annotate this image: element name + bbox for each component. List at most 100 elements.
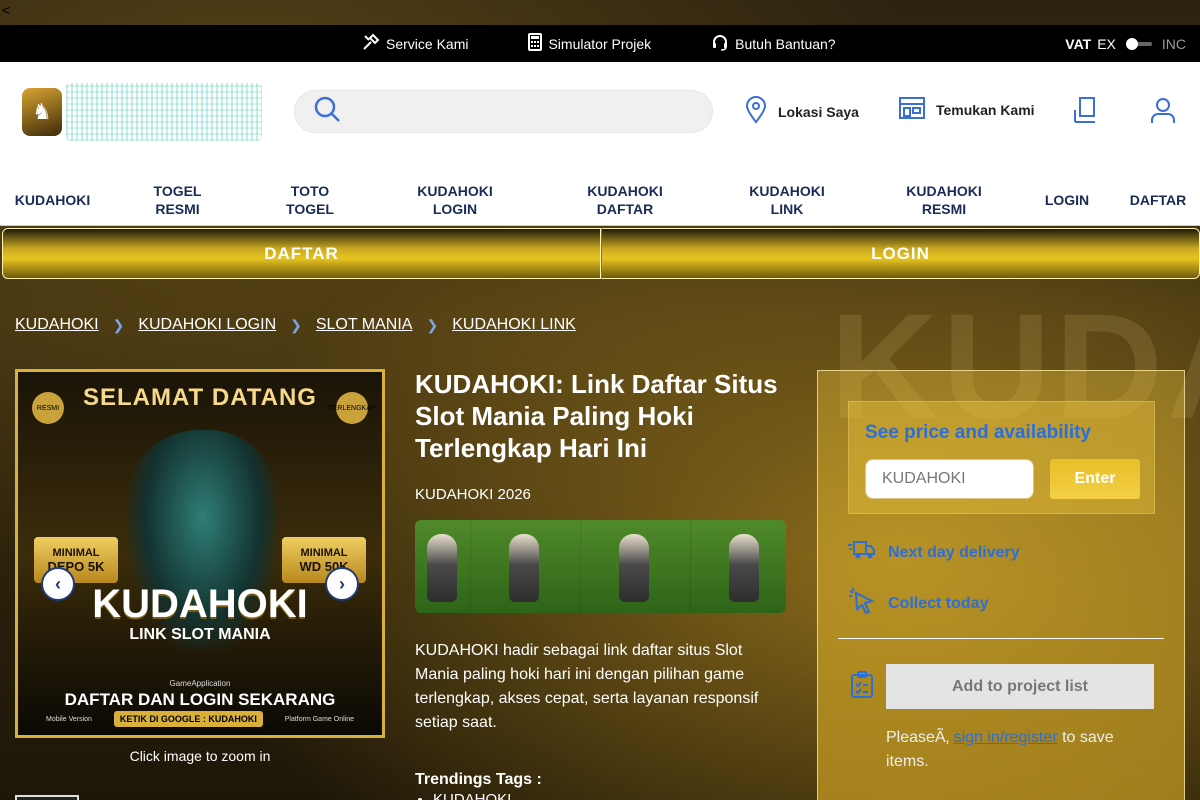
chevron-right-icon: ❯ xyxy=(112,316,125,333)
product-info: KUDAHOKI: Link Daftar Situs Slot Mania P… xyxy=(415,368,787,800)
min-deposit-small: MINIMAL xyxy=(52,546,100,559)
main-nav: KUDAHOKI TOGEL RESMI TOTO TOGEL KUDAHOKI… xyxy=(0,174,1200,226)
logo-wordmark xyxy=(66,83,262,141)
zoom-hint: Click image to zoom in xyxy=(129,748,271,764)
banner-footer-right: Platform Game Online xyxy=(284,715,354,723)
chevron-right-icon: ❯ xyxy=(426,316,439,333)
postcode-input[interactable] xyxy=(865,459,1034,499)
nav-kudahoki-login[interactable]: KUDAHOKI LOGIN xyxy=(410,174,500,226)
simulator-label: Simulator Projek xyxy=(548,35,652,52)
enter-button[interactable]: Enter xyxy=(1050,459,1140,499)
gallery-thumbnail[interactable] xyxy=(15,795,79,800)
strip-image xyxy=(471,520,581,613)
next-day-delivery: Next day delivery xyxy=(848,539,1020,566)
find-us-link[interactable]: Temukan Kami xyxy=(898,96,1035,123)
nav-kudahoki-daftar[interactable]: KUDAHOKI DAFTAR xyxy=(580,174,670,226)
nav-daftar[interactable]: DAFTAR xyxy=(1124,174,1192,226)
gallery-next-button[interactable]: › xyxy=(325,567,359,601)
vat-ex-label: EX xyxy=(1097,35,1116,52)
login-button[interactable]: LOGIN xyxy=(601,228,1200,279)
purchase-panel: See price and availability Enter Next da… xyxy=(817,370,1185,800)
simulator-link[interactable]: Simulator Projek xyxy=(528,33,651,54)
vat-toggle-knob xyxy=(1125,37,1138,50)
product-title: KUDAHOKI: Link Daftar Situs Slot Mania P… xyxy=(415,369,778,463)
site-logo[interactable]: ♞ xyxy=(22,82,262,142)
vat-label: VAT xyxy=(1065,35,1092,52)
gallery-prev-button[interactable]: ‹ xyxy=(41,567,75,601)
banner-cta: DAFTAR DAN LOGIN SEKARANG xyxy=(64,690,336,709)
top-bar: Service Kami Simulator Projek Butuh Bant… xyxy=(0,25,1200,62)
banner-footer-left: Mobile Version xyxy=(46,715,92,723)
chevron-right-icon: ❯ xyxy=(290,316,302,333)
help-link[interactable]: Butuh Bantuan? xyxy=(711,33,836,54)
banner-footer-pill: KETIK DI GOOGLE : KUDAHOKI xyxy=(113,711,263,727)
top-bar-links: Service Kami Simulator Projek Butuh Bant… xyxy=(362,25,836,62)
collect-label: Collect today xyxy=(888,594,989,612)
breadcrumb-item[interactable]: KUDAHOKI xyxy=(15,316,99,334)
daftar-button[interactable]: DAFTAR xyxy=(2,228,601,279)
next-day-label: Next day delivery xyxy=(888,543,1020,561)
nav-togel-resmi[interactable]: TOGEL RESMI xyxy=(140,174,215,226)
sign-in-note: PleaseÃ‚ sign in/register to save items. xyxy=(886,726,1156,774)
chevron-left-icon: ‹ xyxy=(55,573,61,594)
panel-divider xyxy=(838,638,1164,639)
breadcrumb-item[interactable]: KUDAHOKI LINK xyxy=(452,316,576,334)
note-prefix: PleaseÃ‚ xyxy=(886,729,954,746)
logo-emblem: ♞ xyxy=(22,88,62,136)
product-subtitle: KUDAHOKI 2026 xyxy=(415,486,531,503)
banner-welcome: SELAMAT DATANG xyxy=(83,384,317,411)
collect-today: Collect today xyxy=(848,587,988,620)
back-link[interactable]: < xyxy=(2,2,10,18)
nav-kudahoki-link[interactable]: KUDAHOKI LINK xyxy=(742,174,832,226)
delivery-truck-icon xyxy=(848,539,876,566)
nav-kudahoki-resmi[interactable]: KUDAHOKI RESMI xyxy=(898,174,990,226)
banner-image: RESMI TERLENGKAP SELAMAT DATANG MINIMAL … xyxy=(15,369,385,738)
vat-switch: VAT EX INC xyxy=(1065,25,1186,62)
location-label: Lokasi Saya xyxy=(778,103,859,120)
cta-row: DAFTAR LOGIN xyxy=(2,228,1200,279)
banner-subtitle: LINK SLOT MANIA xyxy=(129,626,271,643)
calculator-icon xyxy=(528,33,543,54)
strip-image xyxy=(691,520,786,613)
search-bar xyxy=(294,90,713,133)
vat-toggle[interactable] xyxy=(1125,37,1152,50)
pointer-click-icon xyxy=(848,587,876,620)
strip-image xyxy=(581,520,691,613)
breadcrumb: KUDAHOKI ❯ KUDAHOKI LOGIN ❯ SLOT MANIA ❯… xyxy=(15,316,576,334)
product-description: KUDAHOKI hadir sebagai link daftar situs… xyxy=(415,642,759,731)
location-link[interactable]: Lokasi Saya xyxy=(744,96,859,127)
nav-login[interactable]: LOGIN xyxy=(1038,174,1096,226)
vat-inc-label: INC xyxy=(1161,35,1186,52)
service-label: Service Kami xyxy=(386,35,469,52)
tag-item[interactable]: KUDAHOKI xyxy=(433,791,787,800)
product-image-gallery[interactable]: RESMI TERLENGKAP SELAMAT DATANG MINIMAL … xyxy=(15,369,385,738)
chevron-right-icon: › xyxy=(339,573,345,594)
min-withdraw-small: MINIMAL xyxy=(300,546,348,559)
user-account-icon[interactable] xyxy=(1150,96,1176,129)
service-link[interactable]: Service Kami xyxy=(362,33,468,54)
breadcrumb-item[interactable]: KUDAHOKI LOGIN xyxy=(138,316,276,334)
nav-kudahoki[interactable]: KUDAHOKI xyxy=(10,174,95,226)
headset-icon xyxy=(711,33,729,54)
banner-footer: Mobile Version KETIK DI GOOGLE : KUDAHOK… xyxy=(18,711,382,727)
price-title: See price and availability xyxy=(865,422,1091,443)
image-strip[interactable] xyxy=(415,520,786,613)
tools-icon xyxy=(362,33,380,54)
find-us-label: Temukan Kami xyxy=(936,101,1035,118)
breadcrumb-item[interactable]: SLOT MANIA xyxy=(316,316,413,334)
header: ♞ Lokasi Saya Temukan Kami KUDAHOKI TOGE… xyxy=(0,62,1200,226)
nav-toto-togel[interactable]: TOTO TOGEL xyxy=(275,174,345,226)
help-label: Butuh Bantuan? xyxy=(735,35,836,52)
quote-cart-icon[interactable] xyxy=(1073,96,1101,129)
strip-image xyxy=(415,520,471,613)
add-to-project-button[interactable]: Add to project list xyxy=(886,664,1154,709)
tags-list: KUDAHOKI xyxy=(415,791,787,800)
banner-app-label: GameApplication xyxy=(169,679,231,688)
price-availability-box: See price and availability Enter xyxy=(848,401,1155,514)
search-icon[interactable] xyxy=(313,95,341,128)
clipboard-check-icon xyxy=(850,671,874,704)
tags-heading: Trendings Tags : xyxy=(415,771,542,788)
sign-in-link[interactable]: sign in/register xyxy=(954,729,1058,746)
store-icon xyxy=(898,96,926,123)
search-input[interactable] xyxy=(353,91,712,132)
